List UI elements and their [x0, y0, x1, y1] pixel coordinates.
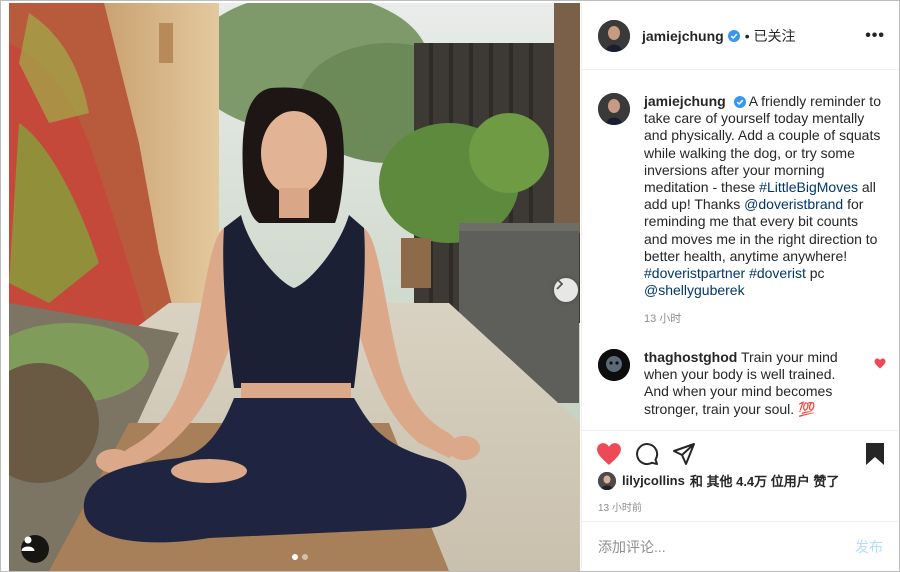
comment-composer: 添加评论... 发布 — [582, 521, 899, 571]
carousel-indicator — [292, 554, 308, 560]
caption-comment: jamiejchung A friendly reminder to take … — [598, 93, 888, 329]
yoga-photo-illustration — [9, 3, 580, 571]
caption-body: A friendly reminder to take care of your… — [644, 93, 881, 298]
caption-text-segment: pc — [805, 265, 825, 282]
next-slide-button[interactable] — [554, 278, 578, 302]
commenter-avatar[interactable] — [598, 349, 630, 381]
likes-summary: lilyjcollins 和 其他 4.4万 位用户 赞了 — [598, 471, 839, 490]
bookmark-filled-icon[interactable] — [864, 442, 886, 466]
heart-filled-icon[interactable] — [596, 442, 622, 466]
author-avatar-image — [598, 93, 630, 125]
caption-link[interactable]: #doverist — [749, 265, 806, 281]
liker-username[interactable]: lilyjcollins — [622, 473, 685, 488]
post-photo[interactable] — [9, 3, 580, 571]
post-window: jamiejchung • 已关注 ••• jamiejchung A frie… — [0, 0, 900, 572]
post-timestamp: 13 小时前 — [598, 503, 642, 514]
chevron-right-icon — [556, 278, 564, 290]
liker-avatar[interactable] — [598, 471, 616, 490]
follow-status[interactable]: • 已关注 — [745, 26, 796, 46]
paper-plane-icon[interactable] — [672, 442, 696, 466]
caption-link[interactable]: #doveristpartner — [644, 265, 745, 281]
caption-time: 13 小时 — [644, 313, 682, 326]
author-avatar[interactable] — [598, 20, 630, 52]
verified-badge-icon — [727, 30, 740, 42]
post-header: jamiejchung • 已关注 ••• — [582, 3, 899, 70]
author-avatar-image — [598, 20, 630, 52]
comment-like-heart-icon[interactable] — [874, 358, 886, 369]
liker-avatar-image — [598, 471, 616, 490]
caption-username[interactable]: jamiejchung — [644, 93, 726, 109]
user-tag-icon — [21, 536, 35, 551]
comment-text: thaghostghod Train your mind when your b… — [644, 349, 854, 418]
likes-count-text[interactable]: 和 其他 4.4万 位用户 赞了 — [690, 471, 840, 490]
author-avatar-small[interactable] — [598, 93, 630, 125]
caption-link[interactable]: @doveristbrand — [744, 196, 843, 212]
carousel-dot-active — [292, 554, 298, 560]
more-options-icon[interactable]: ••• — [865, 27, 885, 45]
commenter-avatar-image — [598, 349, 630, 381]
verified-badge-icon — [733, 96, 746, 108]
caption-link[interactable]: #LittleBigMoves — [759, 179, 858, 195]
comment-bubble-icon[interactable] — [635, 442, 659, 466]
commenter-username[interactable]: thaghostghod — [644, 349, 737, 365]
tagged-users-button[interactable] — [21, 535, 49, 563]
carousel-dot — [302, 554, 308, 560]
add-comment-input[interactable]: 添加评论... — [598, 537, 855, 557]
comment-item: thaghostghod Train your mind when your b… — [598, 349, 888, 418]
author-username[interactable]: jamiejchung — [642, 28, 724, 44]
caption-text: jamiejchung A friendly reminder to take … — [644, 93, 884, 329]
comments-list: jamiejchung A friendly reminder to take … — [582, 71, 899, 429]
publish-button[interactable]: 发布 — [855, 537, 883, 557]
post-side-panel: jamiejchung • 已关注 ••• jamiejchung A frie… — [581, 3, 899, 571]
caption-link[interactable]: @shellyguberek — [644, 282, 745, 298]
